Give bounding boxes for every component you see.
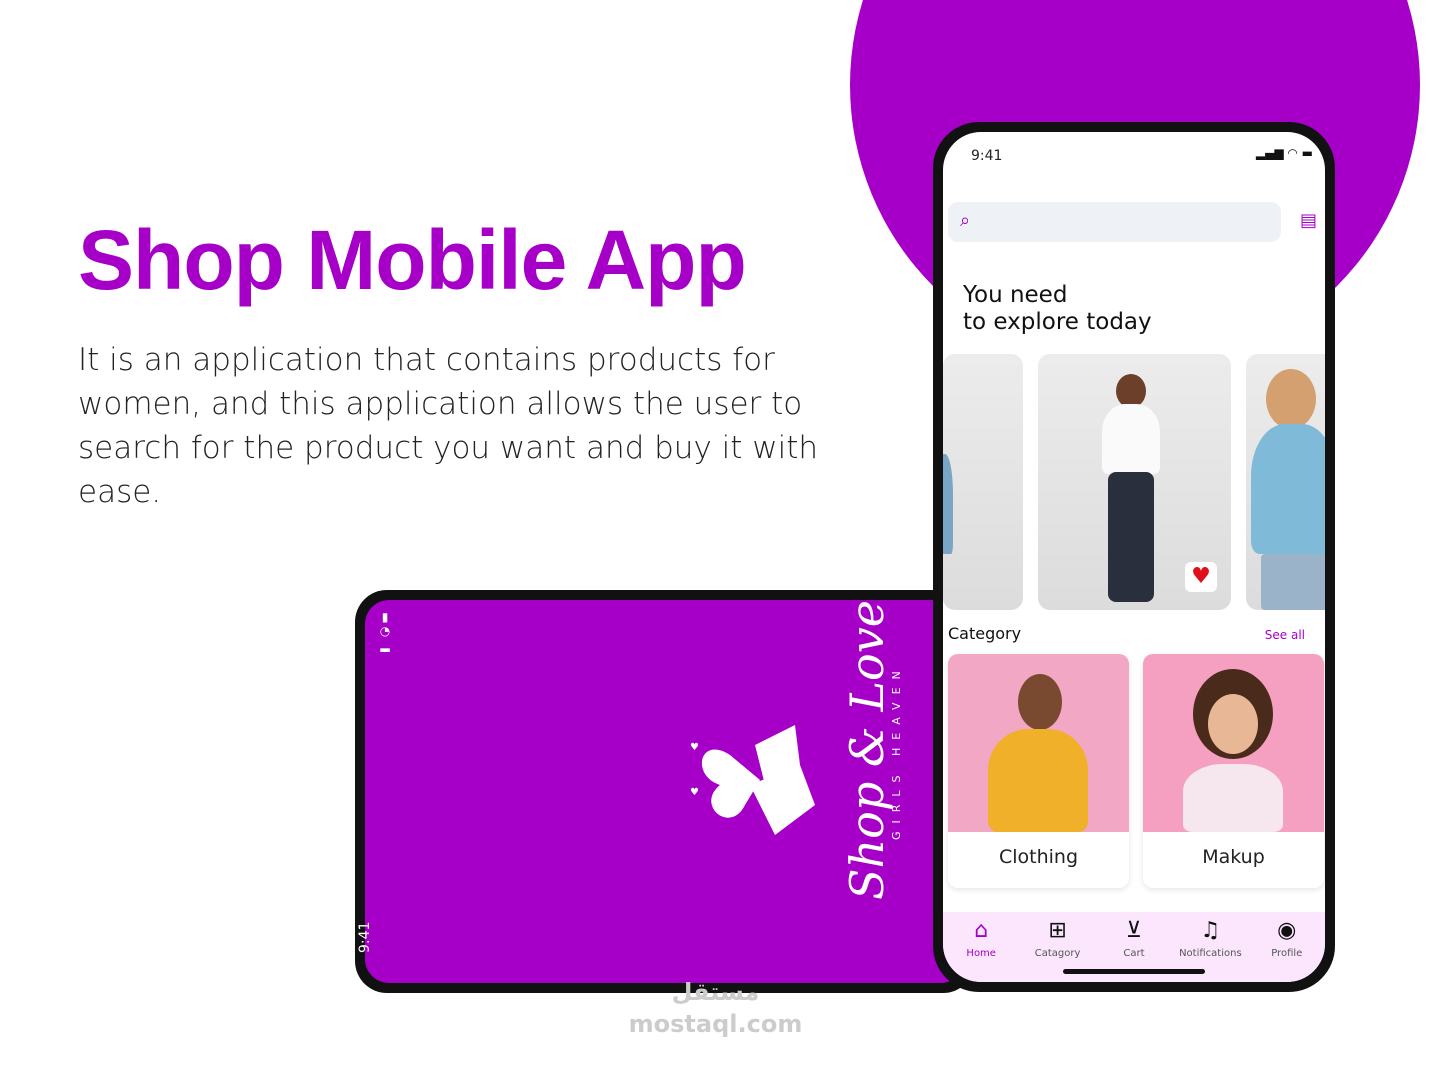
home-indicator — [1063, 969, 1205, 974]
nav-label: Home — [966, 948, 996, 959]
status-icons: ▮ ◔ ▂ — [379, 610, 391, 652]
see-all-link[interactable]: See all — [1265, 628, 1305, 642]
svg-text:♥: ♥ — [690, 742, 699, 753]
grid-icon: ⊞ — [1048, 918, 1067, 943]
status-time: 9:41 — [971, 148, 1003, 164]
brand-logo: Shop & Love GIRLS HEAVEN — [840, 600, 903, 900]
nav-label: Notifications — [1179, 948, 1242, 959]
home-icon: ⌂ — [974, 918, 989, 943]
profile-icon: ◉ — [1277, 918, 1297, 943]
category-title: Category — [948, 624, 1022, 643]
nav-home[interactable]: ⌂ Home — [946, 918, 1016, 982]
logo-heart-bags-icon: ♥♥ — [690, 725, 815, 835]
category-label: Clothing — [998, 846, 1079, 868]
nav-profile[interactable]: ◉ Profile — [1252, 918, 1322, 982]
brand-name: Shop & Love — [840, 600, 894, 900]
category-image — [948, 654, 1129, 832]
cart-icon: ⊻ — [1125, 918, 1143, 943]
heading-line1: You need — [963, 282, 1068, 308]
chat-icon[interactable]: ▤ — [1300, 210, 1317, 231]
watermark-latin: mostaql.com — [628, 1010, 803, 1038]
category-image — [1143, 654, 1324, 832]
category-card-clothing[interactable]: Clothing — [948, 654, 1129, 888]
status-icons: ▂▄▆ ◠ ▬ — [1255, 146, 1313, 160]
app-phone: 9:41 ▂▄▆ ◠ ▬ ⌕ ▤ You need to explore toda… — [933, 122, 1335, 992]
watermark: مستقل mostaql.com — [628, 978, 803, 1039]
favorite-heart-icon[interactable]: ♥ — [1185, 562, 1217, 592]
product-card[interactable] — [943, 354, 1023, 610]
search-icon: ⌕ — [960, 210, 971, 231]
status-time: 9:41 — [357, 921, 373, 953]
nav-label: Profile — [1271, 948, 1303, 959]
heading: You need to explore today — [963, 282, 1152, 336]
splash-phone: ▮ ◔ ▂ 9:41 ♥ ♥ Shop & Love GIRLS HEAVEN — [355, 590, 975, 993]
nav-label: Catagory — [1034, 948, 1081, 959]
product-card[interactable]: ♥ — [1038, 354, 1231, 610]
svg-text:♥: ♥ — [690, 787, 699, 798]
bell-icon: ♫ — [1200, 918, 1221, 943]
heading-line2: to explore today — [963, 309, 1152, 335]
product-card[interactable] — [1246, 354, 1325, 610]
splash-screen: ▮ ◔ ▂ 9:41 ♥ ♥ Shop & Love GIRLS HEAVEN — [357, 600, 965, 983]
search-input[interactable]: ⌕ — [948, 202, 1281, 242]
category-card-makeup[interactable]: Makup — [1143, 654, 1324, 888]
nav-label: Cart — [1123, 948, 1145, 959]
home-screen: 9:41 ▂▄▆ ◠ ▬ ⌕ ▤ You need to explore toda… — [943, 132, 1325, 982]
category-label: Makup — [1202, 846, 1265, 868]
description: It is an application that contains produ… — [78, 342, 819, 510]
page-title: Shop Mobile App — [78, 213, 747, 307]
watermark-arabic: مستقل — [671, 978, 760, 1006]
